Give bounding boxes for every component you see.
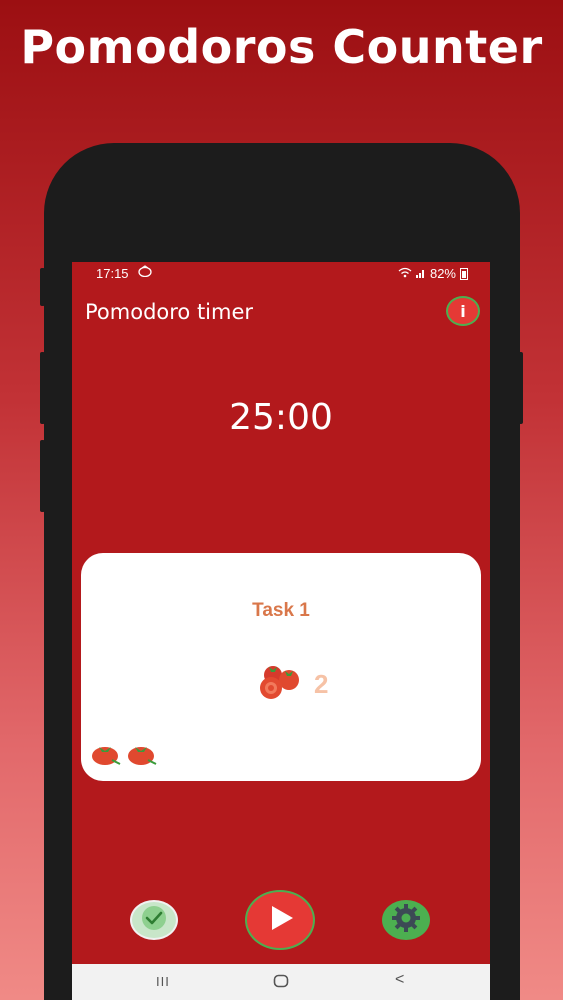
- app-screen: 17:15 82% Pomodoro timer i 25:00 Task 1: [72, 262, 490, 1000]
- tomato-icon: [90, 742, 122, 771]
- promo-title: Pomodoros Counter: [20, 20, 543, 74]
- task-name: Task 1: [252, 600, 310, 621]
- status-indicators: 82%: [398, 266, 468, 281]
- bottom-controls: [72, 890, 490, 950]
- completed-tomatoes: [90, 742, 158, 771]
- tomato-icon: [126, 742, 158, 771]
- status-bar: 17:15 82%: [72, 262, 490, 284]
- play-button[interactable]: [245, 890, 315, 950]
- pomodoro-counter: 2: [256, 663, 328, 706]
- play-icon: [265, 903, 295, 938]
- phone-side-button: [40, 352, 45, 424]
- check-icon: [139, 905, 169, 936]
- settings-button[interactable]: [382, 900, 430, 940]
- gear-icon: [391, 903, 421, 938]
- done-button[interactable]: [130, 900, 178, 940]
- back-button[interactable]: <: [395, 971, 404, 989]
- info-icon: i: [460, 301, 466, 321]
- battery-icon: [460, 267, 468, 280]
- phone-side-button: [518, 352, 523, 424]
- phone-side-button: [40, 268, 45, 306]
- wifi-icon: [398, 266, 412, 281]
- recents-button[interactable]: III: [156, 974, 170, 989]
- signal-icon: [415, 266, 426, 281]
- info-button[interactable]: i: [446, 296, 480, 326]
- status-time: 17:15: [96, 266, 129, 281]
- battery-text: 82%: [429, 266, 456, 281]
- home-button[interactable]: [273, 974, 289, 993]
- app-title: Pomodoro timer: [85, 300, 254, 324]
- tomato-notification-icon: [138, 265, 152, 280]
- task-card[interactable]: Task 1 2: [81, 553, 481, 781]
- timer-display: 25:00: [229, 397, 333, 438]
- phone-side-button: [40, 440, 45, 512]
- tomato-pile-icon: [256, 663, 306, 706]
- pomodoro-count: 2: [314, 669, 329, 699]
- system-nav-bar: III <: [72, 964, 490, 1000]
